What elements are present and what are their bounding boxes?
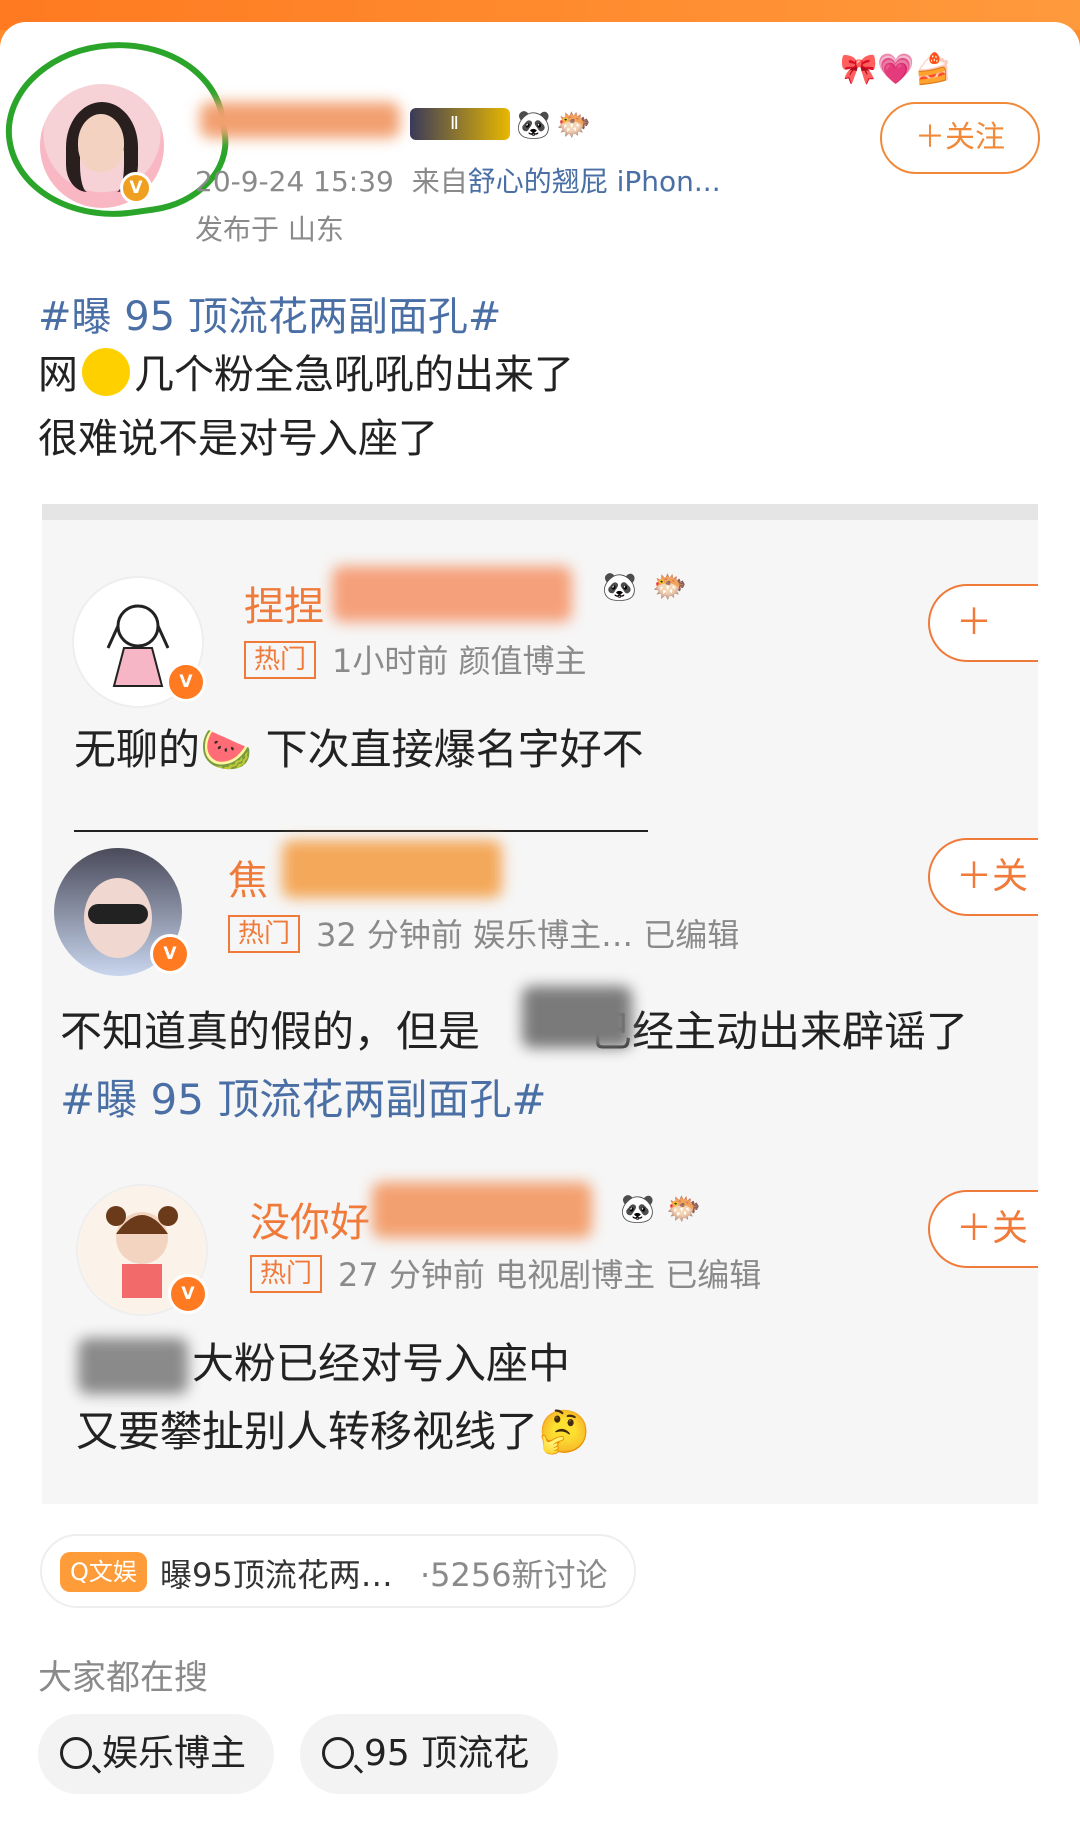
post-card: V Ⅱ 🐼 🐡 20-9-24 15:39 来自舒心的翘屁 iPhon... 发… (0, 22, 1080, 1830)
trending-search-title: 大家都在搜 (38, 1658, 208, 1698)
divider (74, 830, 648, 832)
topic-category-tag: Q文娱 (60, 1552, 147, 1592)
verified-badge-icon: V (166, 662, 206, 702)
comment-follow-button-2[interactable]: ＋关 (928, 838, 1038, 916)
blurred-name (332, 566, 572, 622)
search-icon (60, 1737, 92, 1769)
panda-icon: 🐼 (620, 1192, 655, 1225)
scribble-redaction (522, 986, 632, 1048)
comment-name-1[interactable]: 捏捏 (244, 574, 324, 632)
comment-text-3-line-1: 大粉已经对号入座中 (192, 1339, 571, 1388)
search-chip-1[interactable]: 娱乐博主 (38, 1714, 274, 1794)
comment-meta-3: 热门 27 分钟前 电视剧博主 已编辑 (250, 1250, 761, 1296)
thinking-face-emoji-icon: 🤔 (538, 1407, 591, 1456)
yellow-circle-emoji-icon (82, 348, 130, 396)
blurred-username (200, 102, 400, 138)
post-meta: 20-9-24 15:39 来自舒心的翘屁 iPhon... (195, 165, 721, 198)
user-badges: Ⅱ 🐼 🐡 (410, 108, 591, 142)
panda-icon: 🐼 (516, 108, 551, 141)
scribble-redaction (78, 1338, 188, 1394)
topic-chip[interactable]: Q文娱 曝95顶流花两… ·5256新讨论 (40, 1534, 636, 1608)
fish-icon: 🐡 (556, 108, 591, 141)
comment-follow-button-1[interactable]: ＋ (928, 584, 1038, 662)
hot-tag: 热门 (250, 1255, 323, 1293)
blurred-name (282, 840, 502, 898)
post-source-link[interactable]: 舒心的翘屁 iPhon... (468, 165, 721, 198)
panda-icon: 🐼 (602, 570, 637, 603)
comment-text-1: 无聊的🍉 下次直接爆名字好不 (74, 725, 644, 774)
comment-name-3[interactable]: 没你好 (250, 1190, 370, 1248)
comment-text-2: 不知道真的假的，但是 已经主动出来辟谣了 (60, 1007, 969, 1056)
search-icon (322, 1737, 354, 1769)
follow-button[interactable]: ＋关注 (880, 102, 1040, 174)
hot-tag: 热门 (244, 641, 317, 679)
post-location: 发布于 山东 (195, 213, 344, 246)
fish-icon: 🐡 (666, 1192, 701, 1225)
hot-tag: 热门 (228, 915, 301, 953)
embedded-screenshot[interactable]: V 捏捏 🐼 🐡 热门 1小时前 颜值博主 ＋ 无聊的🍉 下次直接爆名字好不 V … (42, 504, 1038, 1504)
comment-follow-button-3[interactable]: ＋关 (928, 1190, 1038, 1268)
comment-meta-2: 热门 32 分钟前 娱乐博主… 已编辑 (228, 910, 739, 956)
verified-badge-icon: V (168, 1274, 208, 1314)
blurred-name (372, 1182, 592, 1238)
search-chip-2[interactable]: 95 顶流花 (300, 1714, 558, 1794)
comment-text-3-line-2: 又要攀扯别人转移视线了🤔 (76, 1407, 591, 1456)
comment-meta-1: 热门 1小时前 颜值博主 (244, 636, 587, 682)
topic-title: 曝95顶流花两… (160, 1556, 393, 1594)
comment-name-2[interactable]: 焦 (228, 848, 268, 906)
post-line-2: 很难说不是对号入座了 (38, 416, 438, 462)
verified-badge-icon: V (150, 934, 190, 974)
post-line-1: 网几个粉全急吼吼的出来了 (38, 342, 574, 400)
watermelon-emoji-icon: 🍉 (200, 725, 253, 774)
rank-badge-icon: Ⅱ (410, 108, 510, 140)
fish-icon: 🐡 (652, 570, 687, 603)
comment-hashtag-2[interactable]: #曝 95 顶流花两副面孔# (60, 1066, 547, 1127)
screenshot-top-bar (42, 504, 1038, 520)
post-hashtag[interactable]: #曝 95 顶流花两副面孔# (38, 284, 501, 342)
topic-discussion-count: ·5256新讨论 (420, 1556, 608, 1594)
